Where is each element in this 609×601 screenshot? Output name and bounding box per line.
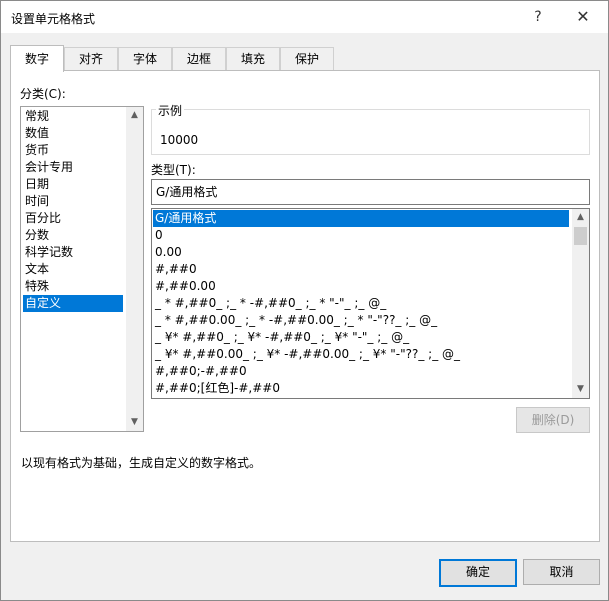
category-item[interactable]: 科学记数 — [23, 244, 73, 261]
category-item-selected[interactable]: 自定义 — [23, 295, 123, 312]
sample-group: 示例 10000 — [151, 102, 590, 155]
scroll-down-icon[interactable]: ▼ — [126, 414, 143, 431]
hint-text: 以现有格式为基础，生成自定义的数字格式。 — [21, 456, 262, 470]
format-item[interactable]: 0.00 — [153, 244, 182, 261]
close-icon[interactable]: ✕ — [563, 1, 603, 33]
format-scrollbar[interactable]: ▲ ▼ — [572, 209, 589, 398]
format-item[interactable]: _ * #,##0.00_ ;_ * -#,##0.00_ ;_ * "-"??… — [153, 312, 437, 329]
scroll-up-icon[interactable]: ▲ — [572, 209, 589, 226]
format-item[interactable]: _ * #,##0_ ;_ * -#,##0_ ;_ * "-"_ ;_ @_ — [153, 295, 386, 312]
title-bar: 设置单元格格式 ? ✕ — [1, 1, 608, 33]
format-item[interactable]: 0 — [153, 227, 163, 244]
category-list[interactable]: 常规 数值 货币 会计专用 日期 时间 百分比 分数 科学记数 文本 特殊 自定… — [20, 106, 144, 432]
tab-number[interactable]: 数字 — [10, 45, 64, 72]
format-cells-dialog: 设置单元格格式 ? ✕ 数字 对齐 字体 边框 填充 保护 分类(C): 常规 … — [0, 0, 609, 601]
category-item[interactable]: 文本 — [23, 261, 49, 278]
category-item[interactable]: 常规 — [23, 108, 49, 125]
number-tab-panel: 分类(C): 常规 数值 货币 会计专用 日期 时间 百分比 分数 科学记数 文… — [10, 70, 600, 542]
type-input[interactable] — [152, 180, 580, 202]
category-item[interactable]: 特殊 — [23, 278, 49, 295]
tab-border[interactable]: 边框 — [172, 47, 226, 70]
ok-button[interactable]: 确定 — [439, 559, 517, 587]
help-button[interactable]: ? — [518, 1, 558, 33]
tab-fill[interactable]: 填充 — [226, 47, 280, 70]
format-item[interactable]: _ ¥* #,##0.00_ ;_ ¥* -#,##0.00_ ;_ ¥* "-… — [153, 346, 460, 363]
category-scrollbar[interactable]: ▲ ▼ — [126, 107, 143, 431]
category-item[interactable]: 日期 — [23, 176, 49, 193]
format-item[interactable]: _ ¥* #,##0_ ;_ ¥* -#,##0_ ;_ ¥* "-"_ ;_ … — [153, 329, 409, 346]
category-label: 分类(C): — [20, 87, 66, 101]
scroll-up-icon[interactable]: ▲ — [126, 107, 143, 124]
format-item[interactable]: #,##0.00 — [153, 278, 216, 295]
tab-alignment[interactable]: 对齐 — [64, 47, 118, 70]
tab-font[interactable]: 字体 — [118, 47, 172, 70]
format-item[interactable]: #,##0;-#,##0 — [153, 363, 247, 380]
sample-legend: 示例 — [156, 102, 185, 119]
format-item[interactable]: #,##0 — [153, 261, 197, 278]
scroll-down-icon[interactable]: ▼ — [572, 381, 589, 398]
type-field[interactable] — [151, 179, 590, 205]
sample-value: 10000 — [160, 133, 199, 147]
delete-button[interactable]: 删除(D) — [516, 407, 590, 433]
format-item[interactable]: #,##0;[红色]-#,##0 — [153, 380, 280, 397]
category-item[interactable]: 货币 — [23, 142, 49, 159]
category-item[interactable]: 分数 — [23, 227, 49, 244]
format-item-selected[interactable]: G/通用格式 — [153, 210, 569, 227]
type-label: 类型(T): — [151, 163, 196, 177]
category-item[interactable]: 数值 — [23, 125, 49, 142]
category-item[interactable]: 时间 — [23, 193, 49, 210]
category-item[interactable]: 百分比 — [23, 210, 61, 227]
category-item[interactable]: 会计专用 — [23, 159, 73, 176]
cancel-button[interactable]: 取消 — [523, 559, 600, 585]
format-list[interactable]: G/通用格式 0 0.00 #,##0 #,##0.00 _ * #,##0_ … — [151, 208, 590, 399]
tab-protection[interactable]: 保护 — [280, 47, 334, 70]
window-title: 设置单元格格式 — [11, 12, 96, 26]
scroll-thumb[interactable] — [574, 227, 587, 245]
